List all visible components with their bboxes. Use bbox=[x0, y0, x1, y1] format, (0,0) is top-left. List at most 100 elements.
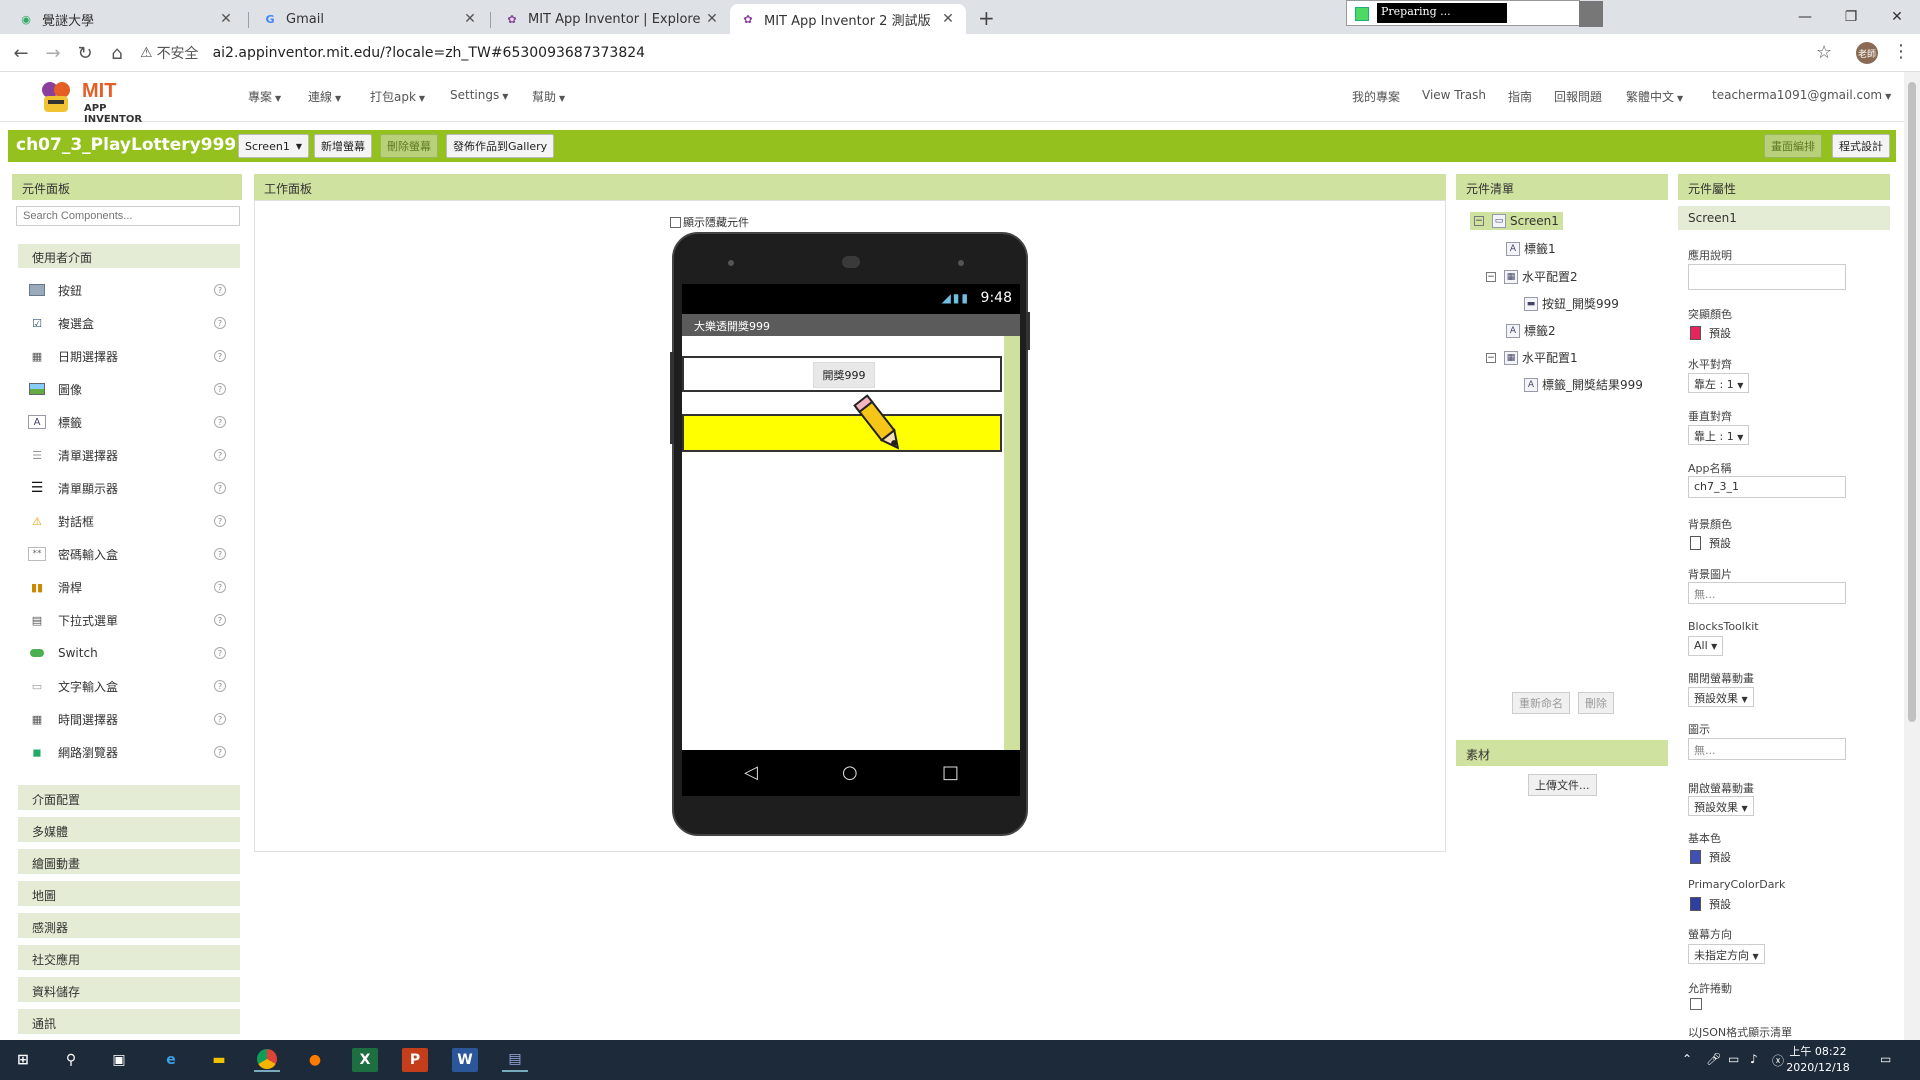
ime-icon[interactable]: ⓧ bbox=[1772, 1052, 1784, 1069]
show-hidden-checkbox[interactable]: 顯示隱藏元件 bbox=[670, 214, 749, 230]
microphone-icon[interactable]: 🎤︎ bbox=[1706, 1052, 1721, 1066]
upload-file-button[interactable]: 上傳文件... bbox=[1528, 774, 1597, 796]
category-storage[interactable]: 資料儲存 bbox=[18, 976, 240, 1002]
close-anim-select[interactable]: 預設效果 ▼ bbox=[1688, 687, 1754, 707]
collapse-toggle-icon[interactable]: − bbox=[1486, 352, 1496, 363]
menu-help[interactable]: 幫助 ▼ bbox=[532, 88, 565, 105]
new-tab-plus-icon[interactable]: + bbox=[978, 6, 995, 30]
palette-item-datepicker[interactable]: ▦ 日期選擇器 ? bbox=[18, 342, 240, 370]
publish-gallery-button[interactable]: 發佈作品到Gallery bbox=[446, 134, 555, 158]
palette-item-password[interactable]: ** 密碼輸入盒 ? bbox=[18, 540, 240, 568]
help-icon[interactable]: ? bbox=[214, 647, 226, 659]
remove-screen-button[interactable]: 刪除螢幕 bbox=[380, 134, 438, 158]
tree-node-result-label[interactable]: A 標籤_開獎結果999 bbox=[1524, 376, 1643, 393]
palette-item-label[interactable]: A 標籤 ? bbox=[18, 408, 240, 436]
draw-button[interactable]: 開獎999 bbox=[813, 362, 875, 388]
delete-button[interactable]: 刪除 bbox=[1578, 692, 1614, 714]
close-icon[interactable]: ✕ bbox=[218, 11, 234, 27]
forward-arrow-icon[interactable]: → bbox=[42, 42, 64, 64]
help-icon[interactable]: ? bbox=[214, 482, 226, 494]
restore-icon[interactable]: ❐ bbox=[1828, 0, 1874, 34]
category-connectivity[interactable]: 通訊 bbox=[18, 1008, 240, 1034]
palette-item-image[interactable]: 圖像 ? bbox=[18, 375, 240, 403]
scrollbar-thumb[interactable] bbox=[1908, 82, 1916, 722]
bookmark-star-icon[interactable]: ☆ bbox=[1816, 42, 1832, 63]
category-social[interactable]: 社交應用 bbox=[18, 944, 240, 970]
halign-select[interactable]: 靠左 : 1 ▼ bbox=[1688, 373, 1750, 393]
network-icon[interactable]: ▭ bbox=[1728, 1052, 1739, 1066]
browser-tab-4-active[interactable]: ✿ MIT App Inventor 2 測試版 ✕ bbox=[730, 4, 966, 34]
category-sensors[interactable]: 感測器 bbox=[18, 912, 240, 938]
help-icon[interactable]: ? bbox=[214, 515, 226, 527]
collapse-toggle-icon[interactable]: − bbox=[1486, 271, 1496, 282]
browser-tab-2[interactable]: G Gmail ✕ bbox=[252, 4, 488, 34]
palette-item-timepicker[interactable]: ▦ 時間選擇器 ? bbox=[18, 705, 240, 733]
category-maps[interactable]: 地圖 bbox=[18, 880, 240, 906]
blocks-button[interactable]: 程式設計 bbox=[1832, 134, 1890, 158]
close-icon[interactable]: ✕ bbox=[462, 11, 478, 27]
word-icon[interactable]: W bbox=[452, 1048, 478, 1072]
link-guide[interactable]: 指南 bbox=[1508, 88, 1532, 105]
powerpoint-icon[interactable]: P bbox=[402, 1048, 428, 1072]
help-icon[interactable]: ? bbox=[214, 350, 226, 362]
tree-node-hz-arrangement2[interactable]: − ▦ 水平配置2 bbox=[1486, 268, 1578, 285]
bgcolor-picker[interactable]: 預設 bbox=[1690, 535, 1731, 551]
window-close-icon[interactable]: ✕ bbox=[1874, 0, 1920, 34]
browser-menu-icon[interactable]: ⋮ bbox=[1892, 41, 1910, 62]
valign-select[interactable]: 靠上 : 1 ▼ bbox=[1688, 425, 1750, 445]
browser-tab-3[interactable]: ✿ MIT App Inventor | Explore MIT ✕ bbox=[494, 4, 730, 34]
close-icon[interactable]: ✕ bbox=[704, 11, 720, 27]
help-icon[interactable]: ? bbox=[214, 449, 226, 461]
notification-center-icon[interactable]: ▭ bbox=[1880, 1052, 1891, 1066]
help-icon[interactable]: ? bbox=[214, 383, 226, 395]
orientation-select[interactable]: 未指定方向 ▼ bbox=[1688, 944, 1765, 964]
tree-node-label1[interactable]: A 標籤1 bbox=[1506, 240, 1556, 257]
menu-build[interactable]: 打包apk ▼ bbox=[370, 88, 425, 105]
help-icon[interactable]: ? bbox=[214, 284, 226, 296]
tree-node-hz-arrangement1[interactable]: − ▦ 水平配置1 bbox=[1486, 349, 1578, 366]
horizontal-arrangement-1[interactable] bbox=[682, 414, 1002, 452]
help-icon[interactable]: ? bbox=[214, 416, 226, 428]
palette-item-listpicker[interactable]: ☰ 清單選擇器 ? bbox=[18, 441, 240, 469]
app-inventor-logo[interactable]: MIT APP INVENTOR bbox=[36, 76, 166, 125]
screen-select[interactable]: Screen1 ▼ bbox=[238, 134, 309, 158]
bgimage-field[interactable]: 無... bbox=[1688, 582, 1846, 604]
search-icon[interactable]: ⚲ bbox=[58, 1048, 84, 1072]
open-anim-select[interactable]: 預設效果 ▼ bbox=[1688, 796, 1754, 816]
windows-start-icon[interactable]: ⊞ bbox=[10, 1048, 36, 1072]
file-explorer-icon[interactable]: ▬ bbox=[206, 1048, 232, 1072]
palette-item-listview[interactable]: ☰ 清單顯示器 ? bbox=[18, 474, 240, 502]
volume-icon[interactable]: ♪ bbox=[1750, 1052, 1758, 1066]
home-icon[interactable]: ⌂ bbox=[106, 42, 128, 64]
menu-account[interactable]: teacherma1091@gmail.com ▼ bbox=[1712, 88, 1891, 102]
tray-chevron-up-icon[interactable]: ⌃ bbox=[1682, 1052, 1692, 1066]
minimize-icon[interactable]: — bbox=[1782, 0, 1828, 34]
tree-node-screen1[interactable]: − ▭ Screen1 bbox=[1470, 212, 1563, 230]
back-arrow-icon[interactable]: ← bbox=[10, 42, 32, 64]
url-field[interactable]: ⚠ 不安全 ai2.appinventor.mit.edu/?locale=zh… bbox=[140, 39, 1840, 67]
palette-item-textbox[interactable]: ▭ 文字輸入盒 ? bbox=[18, 672, 240, 700]
help-icon[interactable]: ? bbox=[214, 317, 226, 329]
collapse-toggle-icon[interactable]: − bbox=[1474, 216, 1484, 226]
taskbar-clock[interactable]: 上午 08:22 2020/12/18 bbox=[1786, 1044, 1850, 1076]
help-icon[interactable]: ? bbox=[214, 581, 226, 593]
primary-color-picker[interactable]: 預設 bbox=[1690, 849, 1731, 865]
scrollable-checkbox[interactable] bbox=[1690, 998, 1702, 1010]
help-icon[interactable]: ? bbox=[214, 548, 226, 560]
palette-item-slider[interactable]: ▮▮ 滑桿 ? bbox=[18, 573, 240, 601]
screen-recorder-icon[interactable]: ▤ bbox=[502, 1048, 528, 1072]
palette-item-webviewer[interactable]: ◼ 網路瀏覽器 ? bbox=[18, 738, 240, 766]
page-scrollbar[interactable] bbox=[1904, 72, 1920, 1040]
add-screen-button[interactable]: 新增螢幕 bbox=[314, 134, 372, 158]
palette-item-spinner[interactable]: ▤ 下拉式選單 ? bbox=[18, 606, 240, 634]
icon-field[interactable]: 無... bbox=[1688, 738, 1846, 760]
blockstoolkit-select[interactable]: All ▼ bbox=[1688, 636, 1724, 656]
profile-avatar[interactable]: 老師 bbox=[1856, 42, 1878, 64]
category-media[interactable]: 多媒體 bbox=[18, 816, 240, 842]
tree-node-draw-button[interactable]: ▬ 按鈕_開獎999 bbox=[1524, 295, 1619, 312]
appname-input[interactable]: ch7_3_1 bbox=[1688, 476, 1846, 498]
designer-button[interactable]: 畫面編排 bbox=[1764, 134, 1822, 158]
palette-item-notifier[interactable]: ⚠ 對話框 ? bbox=[18, 507, 240, 535]
category-layout[interactable]: 介面配置 bbox=[18, 784, 240, 810]
rename-button[interactable]: 重新命名 bbox=[1512, 692, 1570, 714]
